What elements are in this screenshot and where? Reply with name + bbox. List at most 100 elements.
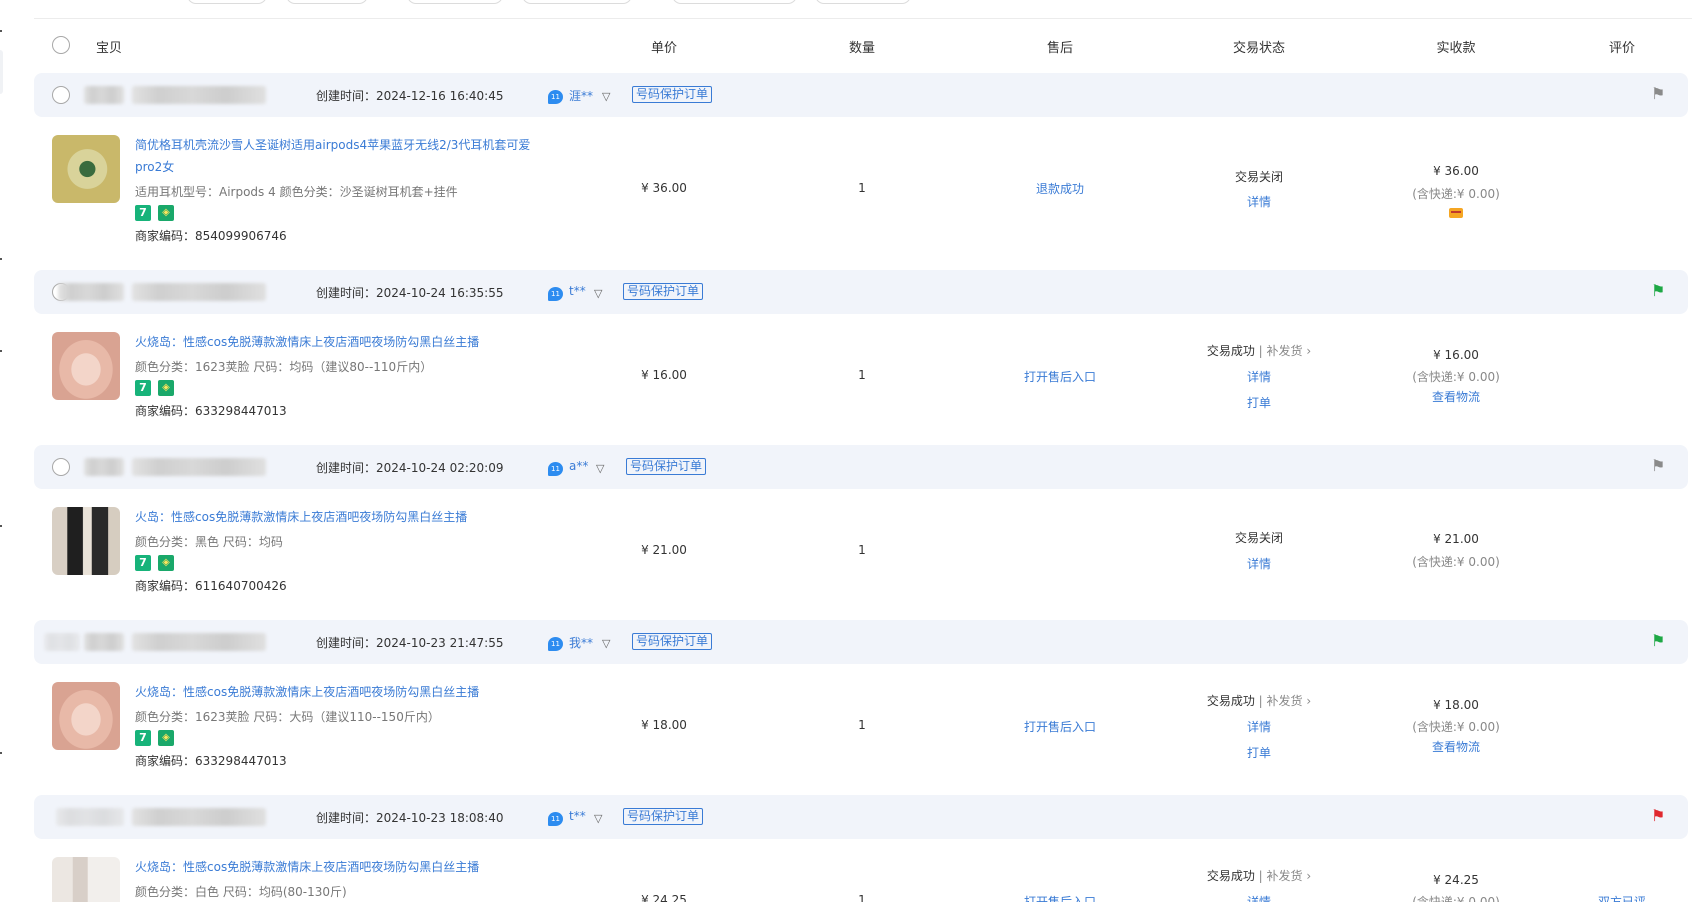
created-time: 创建时间：2024-10-24 16:35:55 (316, 286, 504, 300)
chat-icon[interactable]: 11 (548, 462, 563, 476)
col-item: 宝贝 (96, 41, 123, 56)
seven-day-return-icon: 7 (135, 555, 151, 571)
flag-icon[interactable]: ⚑ (1651, 807, 1665, 825)
order-number-redacted (56, 808, 124, 826)
col-status: 交易状态 (1232, 41, 1286, 56)
flag-icon[interactable]: ⚑ (1651, 85, 1665, 103)
merchant-code: 商家编码：854099906746 (135, 229, 287, 243)
received-amount: ¥ 36.00 (1433, 164, 1479, 178)
order-card: 创建时间：2024-10-24 02:20:09 11 a** ▽ 号码保护订单… (34, 445, 1692, 620)
order-header: 创建时间：2024-10-23 18:08:40 11 t** ▽ 号码保护订单… (34, 795, 1688, 839)
product-image[interactable] (52, 332, 120, 400)
order-number-redacted (84, 458, 124, 476)
order-header: 创建时间：2024-10-24 16:35:55 11 t** ▽ 号码保护订单… (34, 270, 1688, 314)
logistics-link[interactable]: 查看物流 (1432, 388, 1480, 405)
filter-pill[interactable] (522, 0, 632, 4)
aftersale-link[interactable]: 打开售后入口 (1024, 718, 1096, 735)
order-card: 创建时间：2024-10-23 18:08:40 11 t** ▽ 号码保护订单… (34, 795, 1692, 902)
logistics-link[interactable]: 查看物流 (1432, 738, 1480, 755)
unit-price: ¥ 36.00 (641, 181, 687, 195)
order-checkbox[interactable] (52, 458, 70, 476)
filter-icon[interactable]: ▽ (596, 462, 604, 475)
service-badges: 7 ◈ (135, 555, 181, 571)
filter-pill[interactable] (672, 0, 797, 4)
side-handle[interactable] (0, 50, 3, 94)
filter-pill[interactable] (407, 0, 503, 4)
filter-bar (0, 0, 1000, 6)
buyer-name[interactable]: a** (569, 459, 588, 473)
aftersale-link[interactable]: 退款成功 (1036, 180, 1084, 197)
detail-link[interactable]: 详情 (1247, 555, 1271, 572)
service-badges: 7 ◈ (135, 205, 181, 221)
detail-link[interactable]: 详情 (1247, 893, 1271, 902)
guarantee-icon: ◈ (158, 730, 174, 746)
print-link[interactable]: 打单 (1247, 394, 1271, 411)
col-aftersale: 售后 (1046, 41, 1074, 56)
chevron-right-icon: › (1302, 869, 1312, 883)
quantity: 1 (858, 893, 866, 902)
quantity: 1 (858, 543, 866, 557)
guarantee-icon: ◈ (158, 380, 174, 396)
flag-icon[interactable]: ⚑ (1651, 632, 1665, 650)
review-status-link[interactable]: 双方已评 (1598, 893, 1646, 902)
col-quantity: 数量 (848, 41, 876, 56)
product-spec: 颜色分类：白色 尺码：均码(80-130斤) (135, 885, 347, 899)
product-title[interactable]: 火烧岛：性感cos免脱薄款激情床上夜店酒吧夜场防勾黑白丝主播 (135, 856, 555, 878)
quantity: 1 (858, 368, 866, 382)
filter-pill[interactable] (286, 0, 368, 4)
buyer-name[interactable]: t** (569, 809, 586, 823)
left-marker (0, 30, 2, 32)
received-amount: ¥ 21.00 (1433, 532, 1479, 546)
col-price: 单价 (650, 41, 678, 56)
filter-icon[interactable]: ▽ (594, 812, 602, 825)
filter-icon[interactable]: ▽ (602, 90, 610, 103)
order-checkbox[interactable] (52, 86, 70, 104)
aftersale-link[interactable]: 打开售后入口 (1024, 368, 1096, 385)
flag-icon[interactable]: ⚑ (1651, 457, 1665, 475)
unit-price: ¥ 18.00 (641, 718, 687, 732)
product-image[interactable] (52, 857, 120, 902)
product-image[interactable] (52, 135, 120, 203)
filter-icon[interactable]: ▽ (602, 637, 610, 650)
restock-link[interactable]: | 补发货 (1259, 694, 1303, 708)
restock-link[interactable]: | 补发货 (1259, 344, 1303, 358)
product-title[interactable]: 火烧岛：性感cos免脱薄款激情床上夜店酒吧夜场防勾黑白丝主播 (135, 681, 555, 703)
filter-pill[interactable] (187, 0, 267, 4)
filter-icon[interactable]: ▽ (594, 287, 602, 300)
received-amount: ¥ 24.25 (1433, 873, 1479, 887)
merchant-code: 商家编码：633298447013 (135, 404, 287, 418)
created-time: 创建时间：2024-12-16 16:40:45 (316, 89, 504, 103)
filter-pill[interactable] (815, 0, 911, 4)
buyer-name[interactable]: 涯** (569, 87, 593, 104)
chat-icon[interactable]: 11 (548, 90, 563, 104)
flag-icon[interactable]: ⚑ (1651, 282, 1665, 300)
chat-icon[interactable]: 11 (548, 637, 563, 651)
print-link[interactable]: 打单 (1247, 744, 1271, 761)
detail-link[interactable]: 详情 (1247, 368, 1271, 385)
merchant-code: 商家编码：611640700426 (135, 579, 287, 593)
product-title[interactable]: 火岛：性感cos免脱薄款激情床上夜店酒吧夜场防勾黑白丝主播 (135, 506, 555, 528)
unit-price: ¥ 16.00 (641, 368, 687, 382)
chat-icon[interactable]: 11 (548, 812, 563, 826)
order-number-redacted (132, 808, 266, 826)
number-protect-tag: 号码保护订单 (632, 86, 713, 103)
left-marker (0, 525, 2, 527)
product-title[interactable]: 火烧岛：性感cos免脱薄款激情床上夜店酒吧夜场防勾黑白丝主播 (135, 331, 555, 353)
number-protect-tag: 号码保护订单 (623, 808, 704, 825)
aftersale-link[interactable]: 打开售后入口 (1024, 893, 1096, 902)
chat-icon[interactable]: 11 (548, 287, 563, 301)
detail-link[interactable]: 详情 (1247, 193, 1271, 210)
buyer-name[interactable]: 我** (569, 634, 593, 651)
seven-day-return-icon: 7 (135, 730, 151, 746)
select-all-checkbox[interactable] (52, 36, 70, 54)
product-spec: 颜色分类：黑色 尺码：均码 (135, 535, 283, 549)
product-image[interactable] (52, 682, 120, 750)
shipping-fee: (含快递:¥ 0.00) (1412, 555, 1500, 569)
restock-link[interactable]: | 补发货 (1259, 869, 1303, 883)
col-review: 评价 (1608, 41, 1636, 56)
trade-status: 交易关闭 (1234, 531, 1284, 545)
detail-link[interactable]: 详情 (1247, 718, 1271, 735)
buyer-name[interactable]: t** (569, 284, 586, 298)
product-title[interactable]: 简优格耳机壳流沙雪人圣诞树适用airpods4苹果蓝牙无线2/3代耳机套可爱pr… (135, 134, 555, 178)
product-image[interactable] (52, 507, 120, 575)
